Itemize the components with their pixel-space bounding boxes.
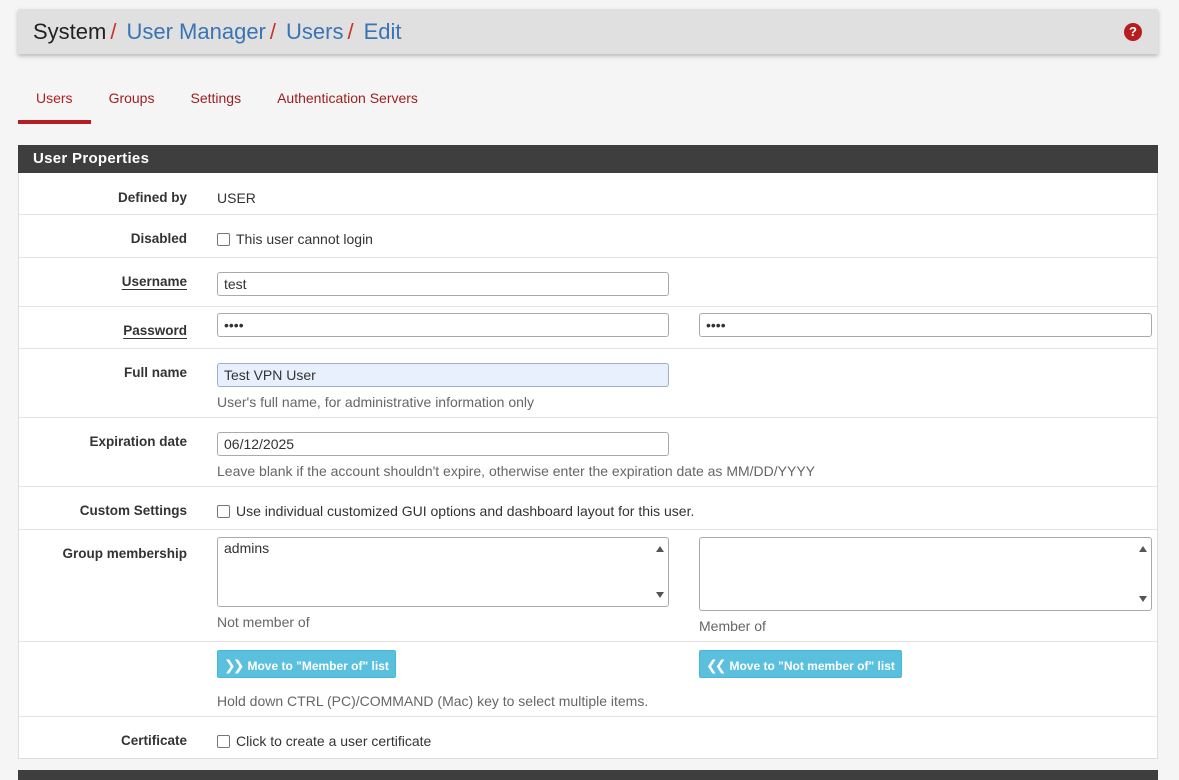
certificate-checkbox-text: Click to create a user certificate	[236, 733, 432, 749]
defined-by-row: Defined by USER	[19, 174, 1157, 215]
custom-settings-checkbox[interactable]	[217, 505, 230, 518]
disabled-label: Disabled	[130, 231, 187, 246]
breadcrumb-separator: /	[110, 18, 117, 44]
move-buttons-row: ❯❯ Move to "Member of" list ❮❮ Move to "No…	[19, 642, 1157, 717]
defined-by-value: USER	[217, 190, 256, 206]
scroll-down-icon[interactable]	[656, 592, 664, 598]
breadcrumb-user-manager[interactable]: User Manager	[126, 19, 265, 45]
breadcrumb-system: System	[33, 18, 107, 44]
scroll-up-icon[interactable]	[656, 546, 664, 552]
not-member-of-list[interactable]: admins	[217, 537, 669, 607]
disabled-row: Disabled This user cannot login	[19, 215, 1157, 258]
user-properties-panel: User Properties Defined by USER Disabled…	[18, 145, 1158, 759]
username-row: Username test	[19, 258, 1157, 307]
full-name-input[interactable]: Test VPN User	[217, 363, 669, 387]
breadcrumb-users[interactable]: Users	[286, 19, 343, 45]
breadcrumb-separator: /	[269, 18, 276, 44]
username-label: Username	[121, 274, 187, 289]
custom-settings-checkbox-text: Use individual customized GUI options an…	[236, 503, 695, 519]
tab-users[interactable]: Users	[18, 76, 91, 124]
help-icon[interactable]: ?	[1124, 23, 1142, 41]
move-to-not-member-label: Move to "Not member of" list	[729, 659, 895, 673]
group-membership-row: Group membership admins Not member of Me…	[19, 530, 1157, 642]
double-chevron-left-icon: ❮❮	[706, 657, 727, 673]
expiration-row: Expiration date 06/12/2025 Leave blank i…	[19, 418, 1157, 487]
password-row: Password •••• ••••	[19, 307, 1157, 349]
expiration-hint: Leave blank if the account shouldn't exp…	[217, 463, 816, 479]
tab-authentication-servers[interactable]: Authentication Servers	[259, 76, 436, 124]
defined-by-label: Defined by	[117, 190, 187, 205]
custom-settings-label: Custom Settings	[79, 503, 187, 518]
member-of-caption: Member of	[699, 618, 766, 634]
expiration-input[interactable]: 06/12/2025	[217, 432, 669, 456]
list-item[interactable]: admins	[224, 540, 662, 556]
move-hint: Hold down CTRL (PC)/COMMAND (Mac) key to…	[217, 693, 649, 709]
full-name-hint: User's full name, for administrative inf…	[217, 394, 535, 410]
scroll-up-icon[interactable]	[1139, 546, 1147, 552]
password-input[interactable]: ••••	[217, 313, 669, 337]
breadcrumb-separator: /	[347, 18, 354, 44]
disabled-checkbox[interactable]	[217, 233, 230, 246]
certificate-row: Certificate Click to create a user certi…	[19, 717, 1157, 759]
page-header: System / User Manager / Users / Edit ?	[18, 9, 1158, 54]
tab-settings[interactable]: Settings	[172, 76, 259, 124]
move-to-member-button[interactable]: ❯❯ Move to "Member of" list	[217, 650, 396, 678]
certificate-label: Certificate	[120, 733, 187, 748]
disabled-checkbox-text: This user cannot login	[236, 231, 373, 247]
next-panel-header	[18, 770, 1158, 780]
member-of-list[interactable]	[699, 537, 1152, 611]
double-chevron-right-icon: ❯❯	[224, 657, 245, 673]
certificate-checkbox[interactable]	[217, 735, 230, 748]
full-name-row: Full name Test VPN User User's full name…	[19, 349, 1157, 418]
group-membership-label: Group membership	[62, 546, 187, 561]
move-to-not-member-button[interactable]: ❮❮ Move to "Not member of" list	[699, 650, 902, 678]
move-to-member-label: Move to "Member of" list	[247, 659, 389, 673]
expiration-label: Expiration date	[89, 434, 187, 449]
password-label: Password	[123, 323, 187, 338]
not-member-of-caption: Not member of	[217, 614, 310, 630]
custom-settings-row: Custom Settings Use individual customize…	[19, 487, 1157, 530]
scroll-down-icon[interactable]	[1139, 596, 1147, 602]
password-confirm-input[interactable]: ••••	[699, 313, 1152, 337]
custom-settings-option: Use individual customized GUI options an…	[217, 503, 694, 519]
username-input[interactable]: test	[217, 272, 669, 296]
panel-title: User Properties	[18, 145, 1158, 173]
disabled-option: This user cannot login	[217, 231, 373, 247]
breadcrumb-edit[interactable]: Edit	[364, 19, 402, 45]
full-name-label: Full name	[123, 365, 187, 380]
tab-groups[interactable]: Groups	[91, 76, 173, 124]
tab-bar: Users Groups Settings Authentication Ser…	[18, 76, 436, 124]
certificate-option: Click to create a user certificate	[217, 733, 431, 749]
